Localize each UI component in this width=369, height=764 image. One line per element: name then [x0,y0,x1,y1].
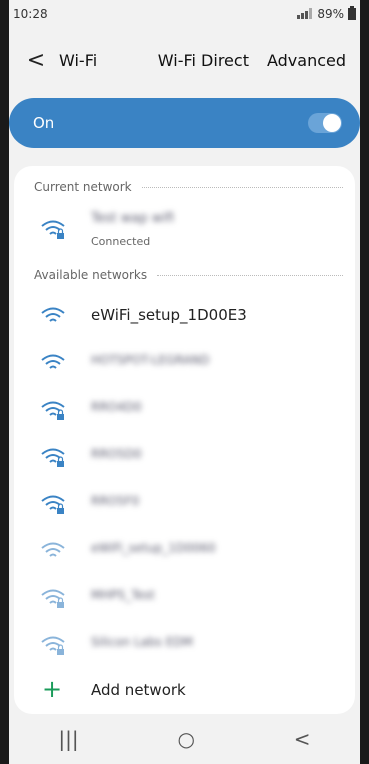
network-name: RRO5F0 [91,494,140,508]
wifi-toggle-card[interactable]: On [9,98,360,148]
add-network-label: Add network [91,681,186,699]
home-button[interactable]: ○ [177,727,194,751]
current-network-heading: Current network [34,180,132,194]
network-row[interactable]: RRO5D0 [14,437,355,477]
current-network-row[interactable]: Test wap wifi Connected [14,208,355,254]
network-name: Silicon Labs EDM [91,635,193,649]
network-row[interactable]: HOTSPOT-LEGRAND [14,343,355,383]
network-name: MHPS_Test [91,588,155,602]
network-status: Connected [91,235,151,248]
advanced-button[interactable]: Advanced [267,51,346,70]
wifi-toggle-label: On [33,114,55,132]
add-network-row[interactable]: + Add network [14,671,355,711]
networks-list: Current network Test wap wifi Connected … [14,166,355,714]
wifi-icon [41,542,65,557]
toggle-knob [323,114,341,132]
device-frame-left [0,0,9,764]
wifi-icon [41,307,65,322]
network-row[interactable]: eWiFi_setup_1D0060 [14,531,355,571]
available-networks-heading: Available networks [34,268,148,282]
nav-back-button[interactable]: < [294,727,311,751]
network-name: Test wap wifi [91,211,175,226]
signal-icon [297,7,313,22]
wifi-secured-icon [41,220,65,239]
wifi-icon [41,354,65,369]
wifi-secured-icon [41,589,65,608]
wifi-secured-icon [41,636,65,655]
wifi-secured-icon [41,448,65,467]
battery-text: 89% [317,7,344,21]
wifi-secured-icon [41,495,65,514]
network-name: HOTSPOT-LEGRAND [91,353,210,367]
network-name: eWiFi_setup_1D0060 [91,541,216,555]
status-time: 10:28 [13,7,48,21]
status-bar: 10:28 89% [9,0,360,28]
wifi-toggle-switch[interactable] [308,113,342,133]
section-divider [141,186,343,188]
network-name: RRO5D0 [91,447,142,461]
network-row[interactable]: RRO4D0 [14,390,355,430]
header-actions: Wi-Fi Direct Advanced [158,51,346,70]
battery-icon [348,5,356,23]
wifi-secured-icon [41,401,65,420]
add-icon: + [42,675,63,703]
network-row[interactable]: eWiFi_setup_1D00E3 [14,296,355,336]
current-network-section: Current network [34,180,343,194]
back-button[interactable]: < [21,48,51,73]
network-name: RRO4D0 [91,400,142,414]
device-frame-right [360,0,369,764]
available-networks-section: Available networks [34,268,343,282]
status-icons: 89% [297,5,356,23]
network-row[interactable]: MHPS_Test [14,578,355,618]
nav-bar: ||| ○ < [9,714,360,764]
network-row[interactable]: Silicon Labs EDM [14,625,355,665]
network-name: eWiFi_setup_1D00E3 [91,306,247,324]
recent-apps-button[interactable]: ||| [58,727,78,751]
network-row[interactable]: RRO5F0 [14,484,355,524]
wifi-direct-button[interactable]: Wi-Fi Direct [158,51,249,70]
app-bar: < Wi-Fi Wi-Fi Direct Advanced [9,38,360,82]
page-title: Wi-Fi [59,50,98,70]
section-divider [157,274,343,276]
